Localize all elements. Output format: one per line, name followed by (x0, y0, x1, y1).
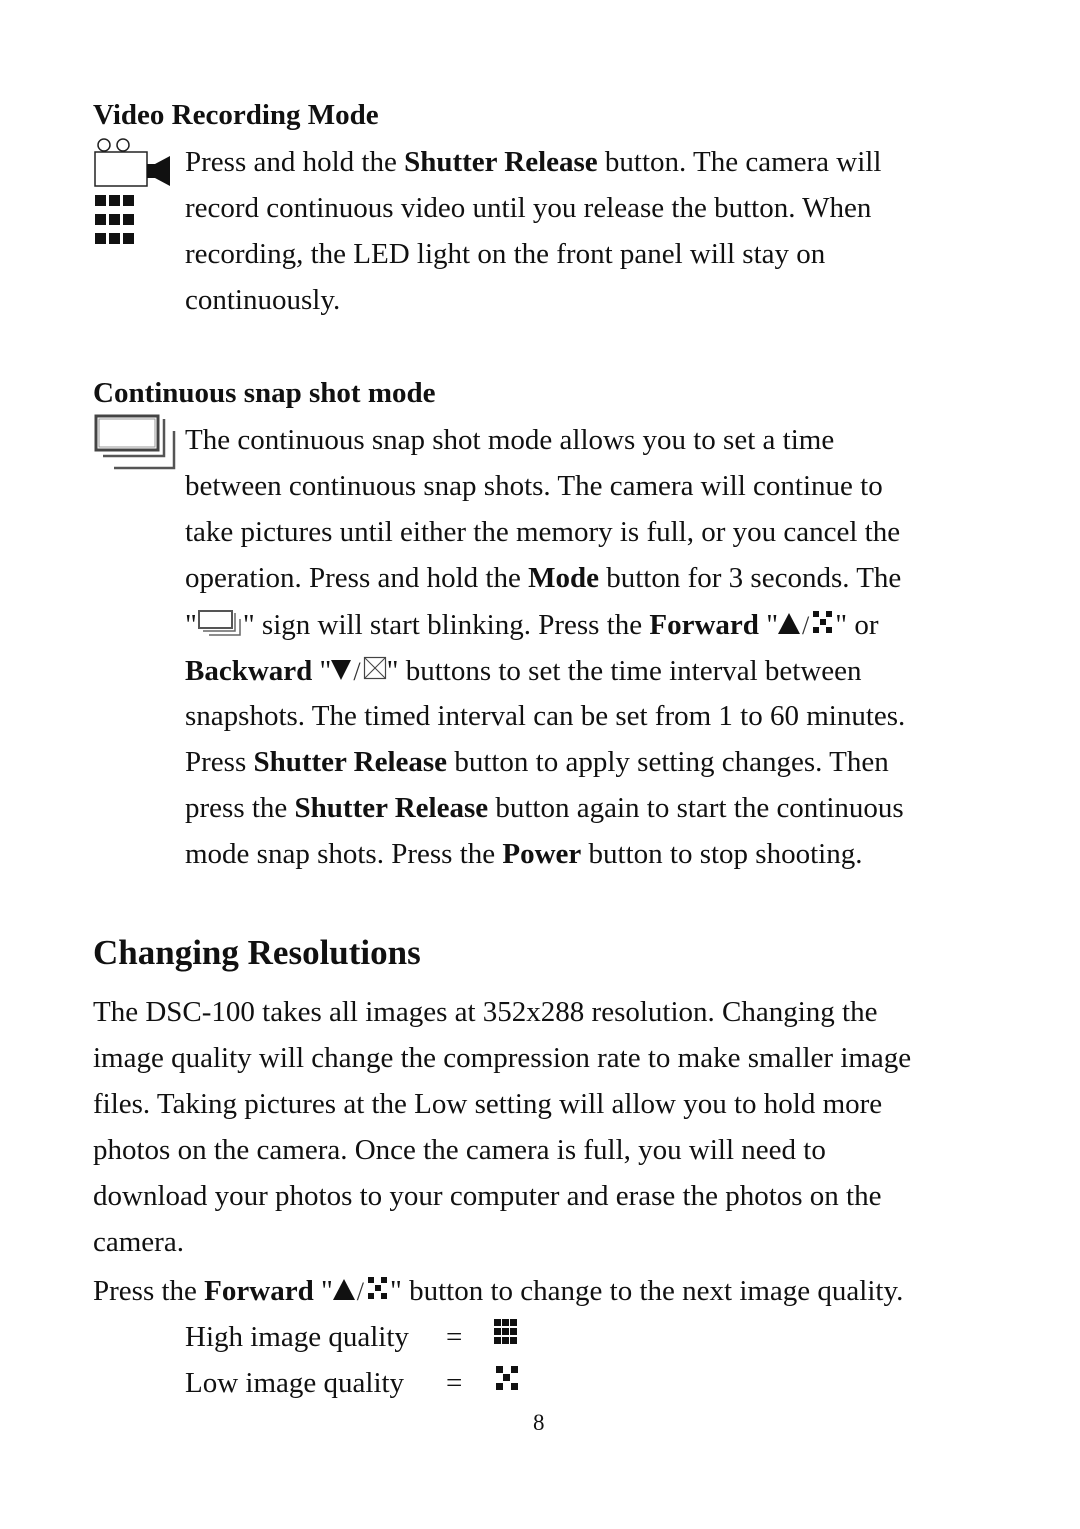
continuous-line-7: snapshots. The timed interval can be set… (185, 700, 906, 732)
video-camera-icon (94, 138, 170, 244)
page-number: 8 (533, 1410, 545, 1435)
video-line-4: continuously. (185, 284, 341, 316)
high-quality-icon (494, 1319, 517, 1344)
continuous-line-6: Backward " / " buttons to set the time in… (185, 655, 862, 687)
triangle-up-icon (332, 1279, 355, 1300)
section-heading-resolutions: Changing Resolutions (93, 933, 421, 972)
equals-sign: = (446, 1367, 463, 1399)
continuous-line-2: between continuous snap shots. The camer… (185, 470, 883, 502)
resolutions-line-4: photos on the camera. Once the camera is… (93, 1134, 826, 1166)
video-line-3: recording, the LED light on the front pa… (185, 238, 826, 270)
slash-separator: / (353, 657, 361, 686)
resolutions-line-5: download your photos to your computer an… (93, 1180, 882, 1212)
equals-sign: = (446, 1321, 463, 1353)
video-line-1: Press and hold the Shutter Release butto… (185, 146, 882, 178)
continuous-line-9: press the Shutter Release button again t… (185, 792, 904, 824)
resolutions-line-2: image quality will change the compressio… (93, 1042, 912, 1074)
slash-separator: / (802, 611, 810, 640)
low-quality-icon (496, 1366, 518, 1390)
continuous-line-5: " " sign will start blinking. Press the … (185, 609, 879, 641)
forward-instruction-line: Press the Forward " / " button to change … (93, 1275, 904, 1307)
continuous-line-8: Press Shutter Release button to apply se… (185, 746, 889, 778)
quality-label-high: High image quality (185, 1321, 409, 1353)
slash-separator: / (356, 1277, 365, 1306)
manual-page: Video Recording Mode Press and hold the … (0, 0, 1080, 1529)
low-quality-icon (813, 611, 833, 633)
triangle-down-icon (331, 660, 352, 680)
resolutions-line-1: The DSC-100 takes all images at 352x288 … (93, 996, 878, 1028)
crossed-box-icon (363, 656, 386, 680)
section-heading-continuous: Continuous snap shot mode (93, 377, 436, 409)
continuous-line-1: The continuous snap shot mode allows you… (185, 424, 835, 456)
triangle-up-icon (778, 613, 801, 634)
continuous-snapshot-icon (94, 414, 176, 470)
continuous-line-10: mode snap shots. Press the Power button … (185, 838, 863, 870)
resolutions-line-3: files. Taking pictures at the Low settin… (93, 1088, 883, 1120)
continuous-line-4: operation. Press and hold the Mode butto… (185, 562, 902, 594)
low-quality-icon (368, 1277, 388, 1299)
section-heading-video: Video Recording Mode (93, 99, 379, 131)
resolutions-line-6: camera. (93, 1226, 184, 1258)
quality-label-low: Low image quality (185, 1367, 405, 1399)
video-line-2: record continuous video until you releas… (185, 192, 872, 224)
continuous-snapshot-icon (197, 610, 241, 636)
continuous-line-3: take pictures until either the memory is… (185, 516, 901, 548)
